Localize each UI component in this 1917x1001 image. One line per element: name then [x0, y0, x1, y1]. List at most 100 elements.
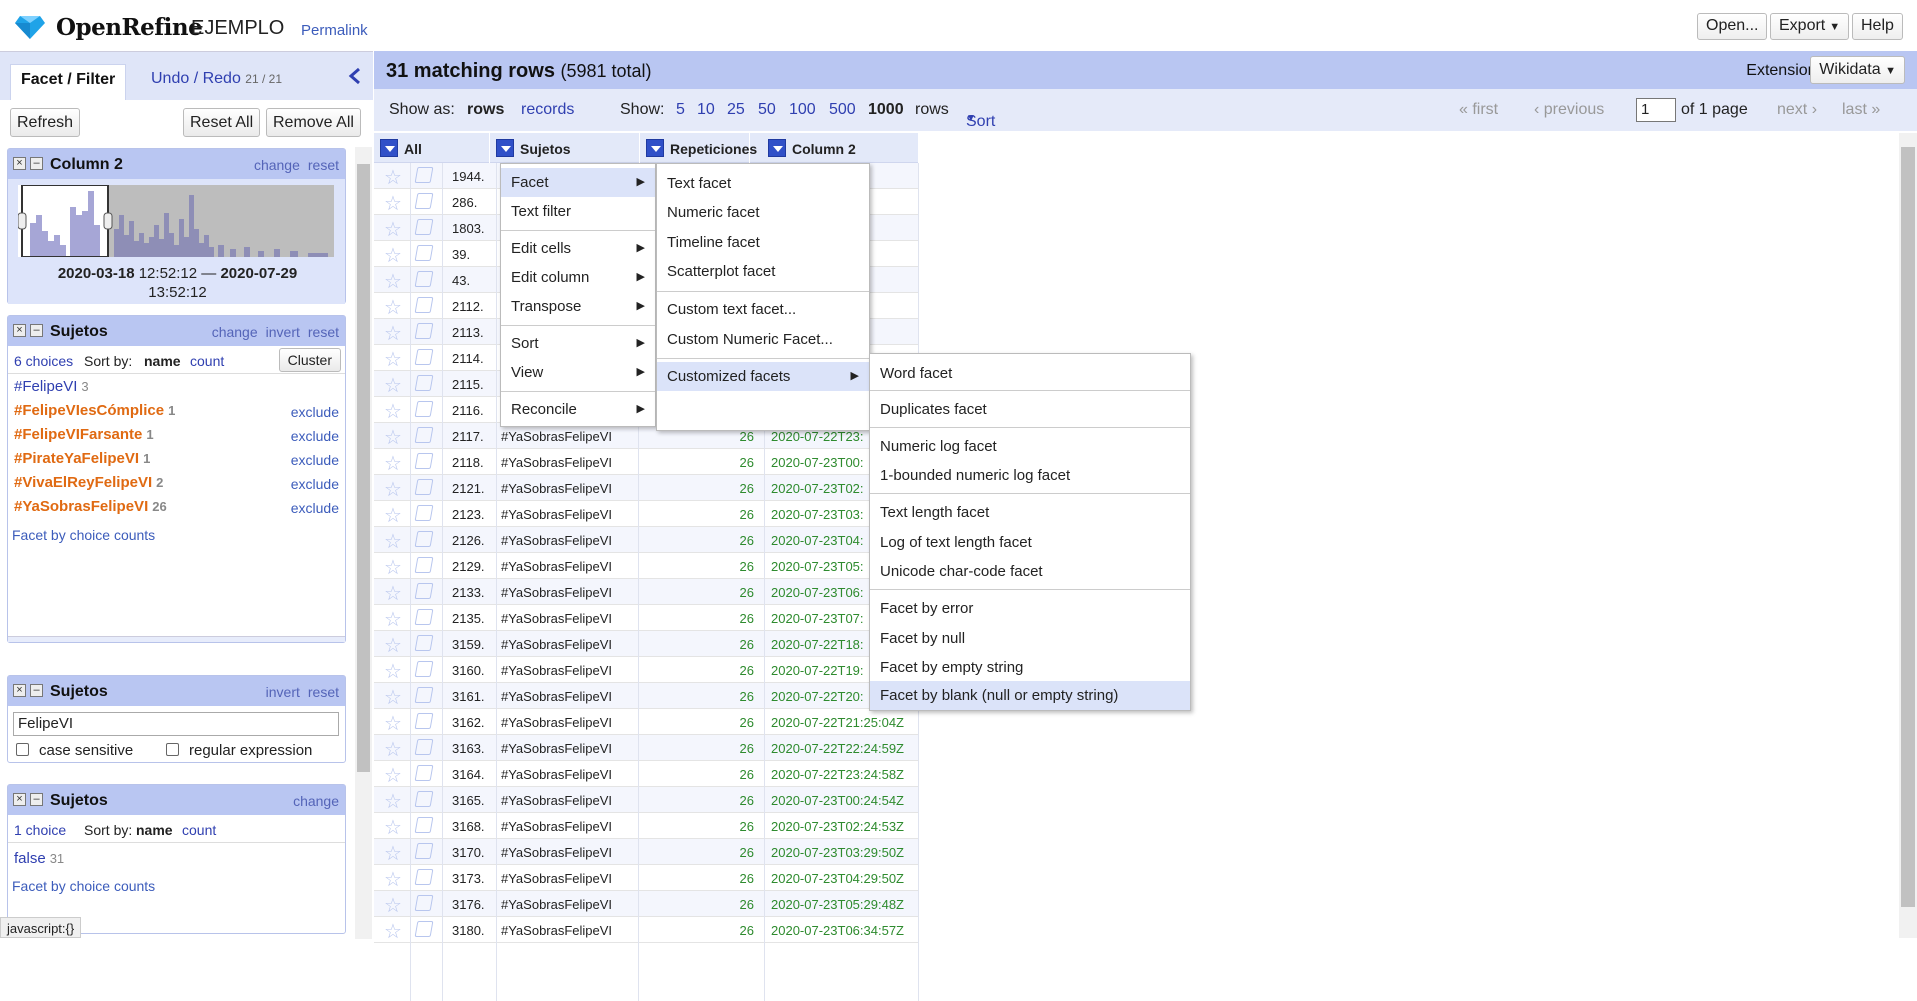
- cell-column2[interactable]: 2020-07-23T06:34:57Z: [771, 923, 904, 938]
- remove-all-button[interactable]: Remove All: [266, 108, 361, 137]
- flag-icon[interactable]: [414, 713, 434, 729]
- sort-name-link[interactable]: name: [144, 353, 181, 369]
- invert-link[interactable]: invert: [266, 684, 300, 700]
- export-button[interactable]: Export ▼: [1770, 13, 1850, 40]
- permalink-link[interactable]: Permalink: [301, 22, 368, 39]
- table-scrollbar-thumb[interactable]: [1901, 147, 1915, 907]
- cell-repeticiones[interactable]: 26: [694, 429, 754, 444]
- star-icon[interactable]: ☆: [384, 763, 402, 788]
- minimize-icon[interactable]: –: [30, 157, 43, 170]
- choice-name[interactable]: #FelipeVI: [14, 378, 77, 395]
- flag-icon[interactable]: [414, 323, 434, 339]
- cell-column2[interactable]: 2020-07-22T19:: [771, 663, 864, 678]
- next-page-link[interactable]: next ›: [1777, 101, 1817, 119]
- flag-icon[interactable]: [414, 453, 434, 469]
- menu-item-word-facet[interactable]: Word facet: [870, 359, 1190, 388]
- cell-repeticiones[interactable]: 26: [694, 793, 754, 808]
- exclude-link[interactable]: exclude: [291, 428, 339, 444]
- star-icon[interactable]: ☆: [384, 191, 402, 216]
- star-icon[interactable]: ☆: [384, 373, 402, 398]
- flag-icon[interactable]: [414, 427, 434, 443]
- star-icon[interactable]: ☆: [384, 659, 402, 684]
- cell-repeticiones[interactable]: 26: [694, 637, 754, 652]
- invert-link[interactable]: invert: [266, 324, 300, 340]
- cell-column2[interactable]: 2020-07-23T05:: [771, 559, 864, 574]
- menu-item-view[interactable]: View ▶: [501, 358, 655, 387]
- collapse-panel-icon[interactable]: [348, 67, 366, 87]
- sort-name-link[interactable]: name: [136, 822, 173, 838]
- page-size-25[interactable]: 25: [727, 101, 745, 119]
- column-menu-icon[interactable]: [496, 139, 514, 157]
- cell-sujetos[interactable]: #YaSobrasFelipeVI: [501, 923, 612, 938]
- choice-item[interactable]: #FelipeVI 3: [14, 378, 89, 395]
- change-link[interactable]: change: [254, 157, 300, 173]
- flag-icon[interactable]: [414, 219, 434, 235]
- cell-repeticiones[interactable]: 26: [694, 455, 754, 470]
- star-icon[interactable]: ☆: [384, 451, 402, 476]
- case-sensitive-checkbox[interactable]: [16, 743, 29, 756]
- star-icon[interactable]: ☆: [384, 555, 402, 580]
- menu-item-timeline-facet[interactable]: Timeline facet: [657, 228, 869, 257]
- cell-repeticiones[interactable]: 26: [694, 871, 754, 886]
- page-number-input[interactable]: 1: [1636, 98, 1676, 122]
- cell-column2[interactable]: 2020-07-22T21:25:04Z: [771, 715, 904, 730]
- menu-item-facet-by-empty-string[interactable]: Facet by empty string: [870, 653, 1190, 682]
- cell-sujetos[interactable]: #YaSobrasFelipeVI: [501, 793, 612, 808]
- flag-icon[interactable]: [414, 531, 434, 547]
- resize-handle[interactable]: [8, 636, 345, 642]
- star-icon[interactable]: ☆: [384, 321, 402, 346]
- star-icon[interactable]: ☆: [384, 529, 402, 554]
- last-page-link[interactable]: last »: [1842, 101, 1880, 119]
- star-icon[interactable]: ☆: [384, 425, 402, 450]
- close-icon[interactable]: ×: [13, 157, 26, 170]
- column-header-repeticiones[interactable]: Repeticiones: [640, 133, 757, 163]
- facet-by-choice-counts-link[interactable]: Facet by choice counts: [12, 527, 155, 543]
- star-icon[interactable]: ☆: [384, 685, 402, 710]
- column-menu-icon[interactable]: [768, 139, 786, 157]
- menu-item-text-filter[interactable]: Text filter: [501, 197, 655, 226]
- star-icon[interactable]: ☆: [384, 867, 402, 892]
- cell-sujetos[interactable]: #YaSobrasFelipeVI: [501, 507, 612, 522]
- flag-icon[interactable]: [414, 791, 434, 807]
- star-icon[interactable]: ☆: [384, 737, 402, 762]
- choice-item[interactable]: #YaSobrasFelipeVI 26: [14, 498, 167, 515]
- tab-undo-redo[interactable]: Undo / Redo 21 / 21: [141, 64, 292, 94]
- flag-icon[interactable]: [414, 843, 434, 859]
- cell-sujetos[interactable]: #YaSobrasFelipeVI: [501, 715, 612, 730]
- menu-item-duplicates-facet[interactable]: Duplicates facet: [870, 395, 1190, 424]
- flag-icon[interactable]: [414, 401, 434, 417]
- flag-icon[interactable]: [414, 349, 434, 365]
- regex-checkbox[interactable]: [166, 743, 179, 756]
- star-icon[interactable]: ☆: [384, 789, 402, 814]
- close-icon[interactable]: ×: [13, 324, 26, 337]
- column-header-all[interactable]: All: [374, 133, 490, 163]
- reset-all-button[interactable]: Reset All: [183, 108, 261, 137]
- text-filter-input[interactable]: FelipeVI: [13, 712, 339, 736]
- flag-icon[interactable]: [414, 479, 434, 495]
- flag-icon[interactable]: [414, 687, 434, 703]
- change-link[interactable]: change: [212, 324, 258, 340]
- flag-icon[interactable]: [414, 661, 434, 677]
- cell-repeticiones[interactable]: 26: [694, 611, 754, 626]
- rows-mode[interactable]: rows: [467, 101, 504, 119]
- reset-link[interactable]: reset: [308, 684, 339, 700]
- menu-item-scatterplot-facet[interactable]: Scatterplot facet: [657, 257, 869, 286]
- minimize-icon[interactable]: –: [30, 324, 43, 337]
- exclude-link[interactable]: exclude: [291, 476, 339, 492]
- star-icon[interactable]: ☆: [384, 711, 402, 736]
- star-icon[interactable]: ☆: [384, 815, 402, 840]
- menu-item-sort[interactable]: Sort ▶: [501, 329, 655, 358]
- page-size-100[interactable]: 100: [789, 101, 816, 119]
- column-header-sujetos[interactable]: Sujetos: [490, 133, 640, 163]
- menu-item-text-facet[interactable]: Text facet: [657, 169, 869, 198]
- menu-item-custom-text-facet[interactable]: Custom text facet...: [657, 295, 869, 324]
- cell-repeticiones[interactable]: 26: [694, 559, 754, 574]
- sort-count-link[interactable]: count: [182, 822, 216, 838]
- star-icon[interactable]: ☆: [384, 243, 402, 268]
- cell-column2[interactable]: 2020-07-22T22:24:59Z: [771, 741, 904, 756]
- menu-item-customized-facets[interactable]: Customized facets ▶: [657, 362, 869, 391]
- cell-repeticiones[interactable]: 26: [694, 897, 754, 912]
- flag-icon[interactable]: [414, 635, 434, 651]
- menu-item-edit-cells[interactable]: Edit cells ▶: [501, 234, 655, 263]
- flag-icon[interactable]: [414, 869, 434, 885]
